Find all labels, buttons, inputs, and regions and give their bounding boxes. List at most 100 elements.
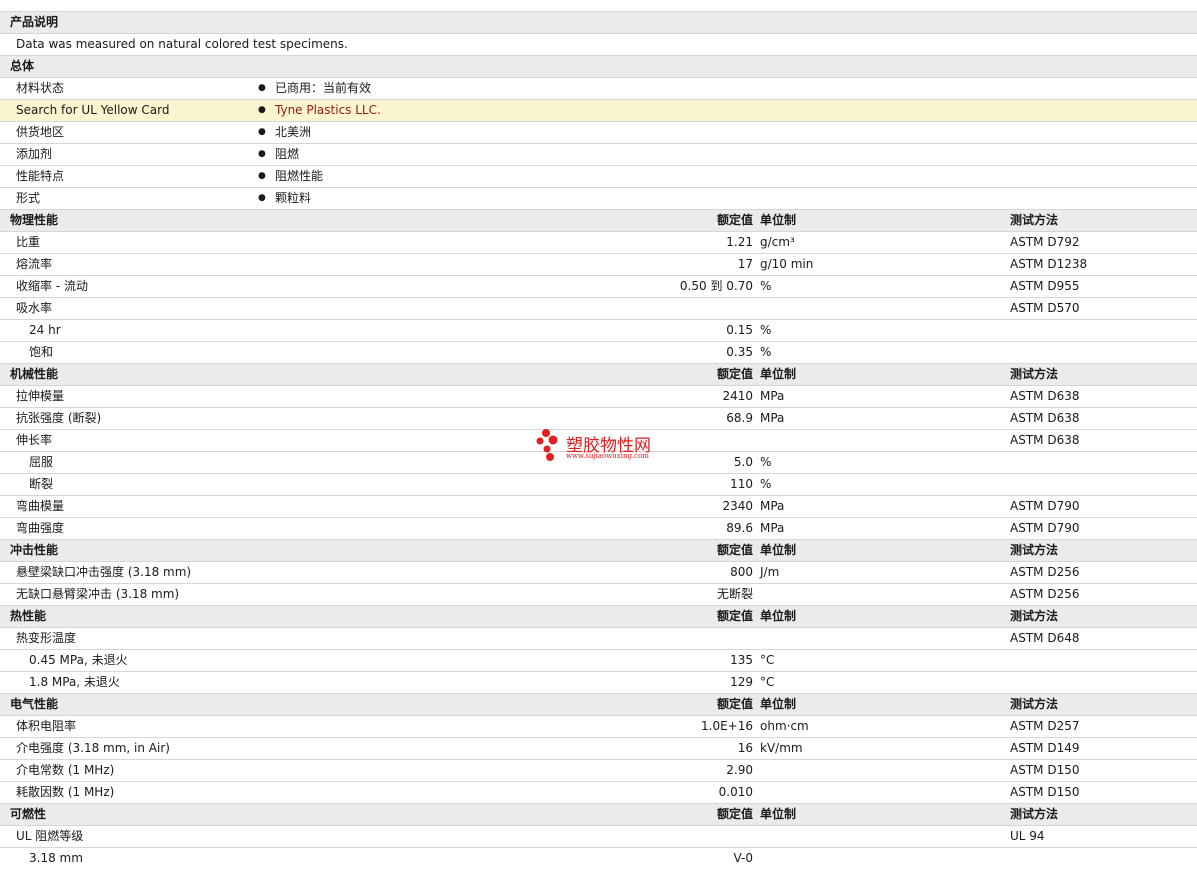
property-value: 颗粒料	[275, 191, 312, 205]
property-unit: J/m	[760, 565, 780, 579]
property-label: 断裂	[29, 477, 54, 491]
general-row: 材料状态 ● 已商用：当前有效	[0, 77, 1197, 99]
property-row: 断裂 110%	[0, 473, 1197, 495]
property-label: 1.8 MPa, 未退火	[29, 675, 120, 689]
property-row: 24 hr 0.15%	[0, 319, 1197, 341]
section-header: 热性能 额定值 单位制 测试方法	[0, 605, 1197, 627]
column-header-method: 测试方法	[1010, 213, 1059, 227]
property-label: 形式	[16, 191, 41, 205]
property-label: 介电常数 (1 MHz)	[16, 763, 115, 777]
property-value: 129	[730, 675, 753, 689]
property-unit: g/10 min	[760, 257, 814, 271]
property-label: 收缩率 - 流动	[16, 279, 88, 293]
property-row: 体积电阻率 1.0E+16 ohm·cm ASTM D257	[0, 715, 1197, 737]
property-row: 抗张强度 (断裂) 68.9 MPa ASTM D638	[0, 407, 1197, 429]
property-label: 热变形温度	[16, 631, 77, 645]
section-title: 机械性能	[10, 367, 59, 381]
test-method: UL 94	[1010, 829, 1045, 843]
product-description-text: Data was measured on natural colored tes…	[16, 37, 348, 51]
property-value: 89.6	[726, 521, 753, 535]
test-method: ASTM D638	[1010, 389, 1080, 403]
test-method: ASTM D257	[1010, 719, 1080, 733]
section-header: 冲击性能 额定值 单位制 测试方法	[0, 539, 1197, 561]
property-value: 17	[737, 257, 753, 271]
test-method: ASTM D638	[1010, 411, 1080, 425]
section-title: 热性能	[10, 609, 47, 623]
property-row: 耗散因数 (1 MHz) 0.010 ASTM D150	[0, 781, 1197, 803]
property-value: 1.0E+16	[701, 719, 753, 733]
property-unit: MPa	[760, 499, 785, 513]
section-header: 物理性能 额定值 单位制 测试方法	[0, 209, 1197, 231]
test-method: ASTM D256	[1010, 565, 1080, 579]
general-row: Search for UL Yellow Card ● Tyne Plastics …	[0, 99, 1197, 121]
property-unit: MPa	[760, 389, 785, 403]
section-title: 总体	[10, 59, 35, 73]
property-label: 拉伸模量	[16, 389, 65, 403]
test-method: ASTM D570	[1010, 301, 1080, 315]
general-row: 供货地区 ● 北美洲	[0, 121, 1197, 143]
column-header-unit: 单位制	[760, 367, 797, 381]
test-method: ASTM D638	[1010, 433, 1080, 447]
property-value: 北美洲	[275, 125, 312, 139]
property-value: 阻燃性能	[275, 169, 324, 183]
bullet-icon: ●	[258, 127, 266, 137]
property-label: 耗散因数 (1 MHz)	[16, 785, 115, 799]
property-value: 135	[730, 653, 753, 667]
property-value: 2340	[722, 499, 753, 513]
property-row: 介电强度 (3.18 mm, in Air) 16 kV/mm ASTM D149	[0, 737, 1197, 759]
property-label: 0.45 MPa, 未退火	[29, 653, 128, 667]
property-unit: °C	[760, 675, 775, 689]
property-label: 体积电阻率	[16, 719, 77, 733]
column-header-method: 测试方法	[1010, 807, 1059, 821]
property-value: 2410	[722, 389, 753, 403]
property-unit: %	[760, 455, 772, 469]
section-title: 物理性能	[10, 213, 59, 227]
property-row: 吸水率 ASTM D570	[0, 297, 1197, 319]
section-header: 电气性能 额定值 单位制 测试方法	[0, 693, 1197, 715]
column-header-value: 额定值	[716, 609, 753, 623]
watermark-url: www.sujiaowuxing.com	[566, 452, 649, 460]
general-row: 形式 ● 颗粒料	[0, 187, 1197, 209]
property-value: 已商用：当前有效	[275, 81, 372, 95]
property-unit: %	[760, 345, 772, 359]
property-value: 0.50 到 0.70	[679, 279, 753, 293]
column-header-unit: 单位制	[760, 609, 797, 623]
property-label: 介电强度 (3.18 mm, in Air)	[16, 741, 170, 755]
column-header-unit: 单位制	[760, 807, 797, 821]
property-value: 无断裂	[716, 587, 753, 601]
ul-yellow-card-link[interactable]: Search for UL Yellow Card	[16, 100, 169, 121]
property-row: UL 阻燃等级 UL 94	[0, 825, 1197, 847]
test-method: ASTM D256	[1010, 587, 1080, 601]
bullet-icon: ●	[258, 171, 266, 181]
property-value: 16	[737, 741, 753, 755]
property-value: 0.010	[718, 785, 753, 799]
column-header-value: 额定值	[716, 807, 753, 821]
test-method: ASTM D648	[1010, 631, 1080, 645]
property-unit: MPa	[760, 521, 785, 535]
property-unit: kV/mm	[760, 741, 803, 755]
property-label: 性能特点	[16, 169, 65, 183]
property-label: 24 hr	[29, 323, 61, 337]
property-row: 1.8 MPa, 未退火 129 °C	[0, 671, 1197, 693]
column-header-value: 额定值	[716, 213, 753, 227]
section-header-product-description: 产品说明	[0, 11, 1197, 33]
property-row: 弯曲强度 89.6 MPa ASTM D790	[0, 517, 1197, 539]
bullet-icon: ●	[258, 149, 266, 159]
property-value: 2.90	[726, 763, 753, 777]
supplier-link[interactable]: Tyne Plastics LLC.	[275, 100, 381, 121]
column-header-unit: 单位制	[760, 697, 797, 711]
property-value: 5.0	[733, 455, 753, 469]
column-header-value: 额定值	[716, 367, 753, 381]
property-label: 悬壁梁缺口冲击强度 (3.18 mm)	[16, 565, 192, 579]
column-header-method: 测试方法	[1010, 697, 1059, 711]
property-label: 饱和	[29, 345, 54, 359]
property-row: 热变形温度 ASTM D648	[0, 627, 1197, 649]
bullet-icon: ●	[258, 193, 266, 203]
property-unit: ohm·cm	[760, 719, 809, 733]
property-value: 阻燃	[275, 147, 300, 161]
test-method: ASTM D955	[1010, 279, 1080, 293]
property-unit: °C	[760, 653, 775, 667]
section-title: 产品说明	[10, 15, 59, 29]
property-label: 伸长率	[16, 433, 53, 447]
general-row: 添加剂 ● 阻燃	[0, 143, 1197, 165]
